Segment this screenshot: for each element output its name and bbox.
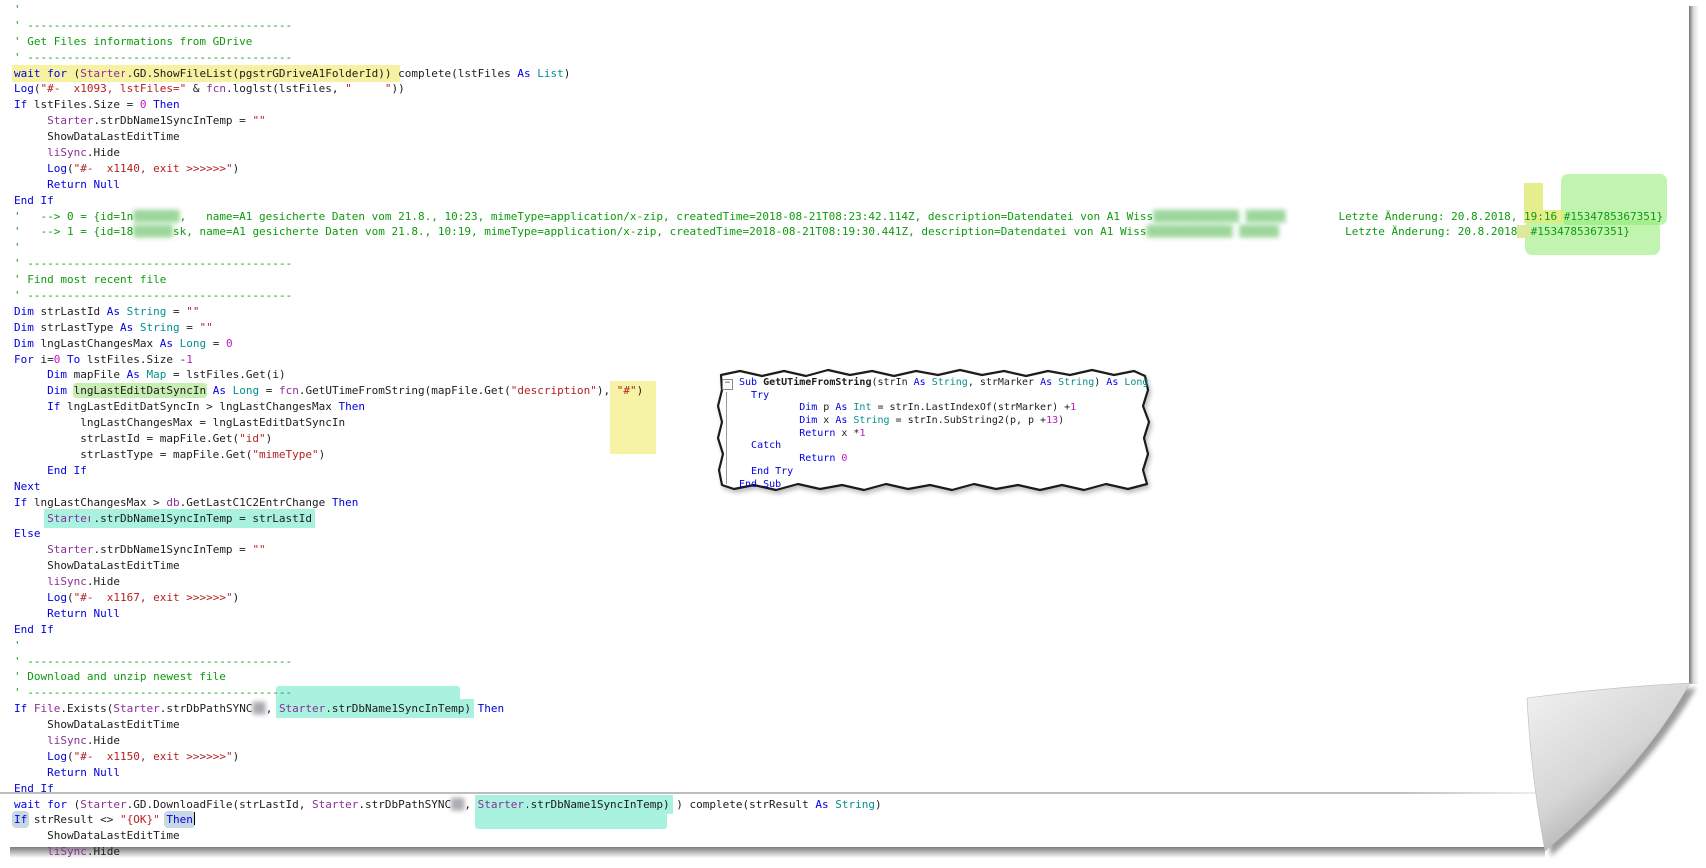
code-line[interactable]: Log("#- x1093, lstFiles=" & fcn.loglst(l… <box>14 81 1663 97</box>
code-line[interactable]: ' Get Files informations from GDrive <box>14 34 1663 50</box>
code-line[interactable]: ' Download and unzip newest file <box>14 669 1663 685</box>
code-fold-line <box>726 392 727 484</box>
code-line[interactable]: Log("#- x1167, exit >>>>>>") <box>14 590 1663 606</box>
snippet-code-line[interactable]: Return 0 <box>739 453 1148 466</box>
code-line[interactable]: Return Null <box>14 765 1663 781</box>
code-line[interactable]: liSync.Hide <box>14 844 1663 860</box>
code-line[interactable]: ' <box>14 240 1663 256</box>
code-line[interactable]: Starter.strDbName1SyncInTemp = "" <box>14 542 1663 558</box>
snippet-popup-code: Sub GetUTimeFromString(strIn As String, … <box>739 377 1148 491</box>
snippet-code-line[interactable]: Catch <box>739 440 1148 453</box>
code-line[interactable]: ' <box>14 638 1663 654</box>
code-editor-page: ' ' -------------------------------------… <box>0 0 1706 868</box>
code-line[interactable]: liSync.Hide <box>14 145 1663 161</box>
code-line[interactable]: ' --> 1 = {id=18▒▒▒▒▒▒sk, name=A1 gesich… <box>14 224 1663 240</box>
page-right-shadow <box>1689 6 1699 684</box>
horizontal-divider <box>0 792 1585 794</box>
code-line[interactable]: Starter.strDbName1SyncInTemp = "" <box>14 113 1663 129</box>
code-line[interactable]: End If <box>14 781 1663 797</box>
code-line[interactable]: liSync.Hide <box>14 733 1663 749</box>
snippet-code-line[interactable]: Try <box>739 390 1148 403</box>
code-line[interactable]: If File.Exists(Starter.strDbPathSYNC▒▒, … <box>14 701 1663 717</box>
code-line[interactable]: ' --------------------------------------… <box>14 654 1663 670</box>
code-line[interactable]: ' --------------------------------------… <box>14 256 1663 272</box>
snippet-code-line[interactable]: Return x *1 <box>739 428 1148 441</box>
code-line[interactable]: ShowDataLastEditTime <box>14 558 1663 574</box>
snippet-code-line[interactable]: Dim x As String = strIn.SubString2(p, p … <box>739 415 1148 428</box>
code-line[interactable]: ' --> 0 = {id=1n▒▒▒▒▒▒▒, name=A1 gesiche… <box>14 209 1663 225</box>
code-line[interactable]: ' --------------------------------------… <box>14 18 1663 34</box>
code-line[interactable]: liSync.Hide <box>14 574 1663 590</box>
code-line[interactable]: Dim strLastType As String = "" <box>14 320 1663 336</box>
page-curl <box>1526 682 1696 856</box>
code-line[interactable]: ShowDataLastEditTime <box>14 129 1663 145</box>
code-line[interactable]: wait for (Starter.GD.DownloadFile(strLas… <box>14 797 1663 813</box>
code-line[interactable]: ShowDataLastEditTime <box>14 717 1663 733</box>
code-line[interactable]: If strResult <> "{OK}" Then <box>14 812 1663 828</box>
code-line[interactable]: ' --------------------------------------… <box>14 50 1663 66</box>
snippet-code-line[interactable]: End Sub <box>739 479 1148 492</box>
code-line[interactable]: ' <box>14 2 1663 18</box>
code-line[interactable]: Starter.strDbName1SyncInTemp = strLastId <box>14 511 1663 527</box>
code-line[interactable]: Return Null <box>14 606 1663 622</box>
code-line[interactable]: ' Find most recent file <box>14 272 1663 288</box>
snippet-code-line[interactable]: End Try <box>739 466 1148 479</box>
code-line[interactable]: End If <box>14 193 1663 209</box>
code-line[interactable]: wait for (Starter.GD.ShowFileList(pgstrG… <box>14 66 1663 82</box>
code-line[interactable]: Else <box>14 526 1663 542</box>
code-line[interactable]: ' --------------------------------------… <box>14 288 1663 304</box>
code-line[interactable]: End If <box>14 622 1663 638</box>
code-line[interactable]: Dim strLastId As String = "" <box>14 304 1663 320</box>
text-caret <box>193 812 196 826</box>
snippet-code-line[interactable]: Dim p As Int = strIn.LastIndexOf(strMark… <box>739 402 1148 415</box>
code-line[interactable]: Dim lngLastChangesMax As Long = 0 <box>14 336 1663 352</box>
code-line[interactable]: ShowDataLastEditTime <box>14 828 1663 844</box>
collapse-icon[interactable]: − <box>722 379 733 390</box>
code-line[interactable]: Log("#- x1150, exit >>>>>>") <box>14 749 1663 765</box>
code-line[interactable]: If lstFiles.Size = 0 Then <box>14 97 1663 113</box>
snippet-code-line[interactable]: Sub GetUTimeFromString(strIn As String, … <box>739 377 1148 390</box>
code-line[interactable]: Return Null <box>14 177 1663 193</box>
code-line[interactable]: Log("#- x1140, exit >>>>>>") <box>14 161 1663 177</box>
code-line[interactable]: ' --------------------------------------… <box>14 685 1663 701</box>
